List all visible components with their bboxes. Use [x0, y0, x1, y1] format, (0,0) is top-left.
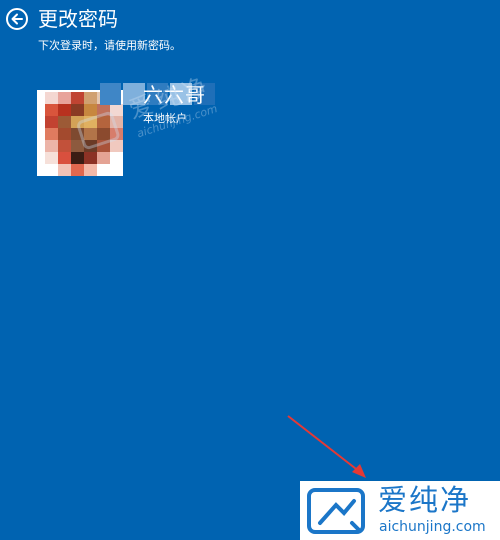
- logo-en-text: aichunjing.com: [379, 519, 486, 535]
- site-logo: 爱纯净 aichunjing.com: [300, 481, 500, 540]
- page-title: 更改密码: [38, 7, 118, 31]
- watermark-logo-icon: [75, 110, 121, 151]
- aichunjing-logo-icon: [307, 488, 365, 534]
- back-arrow-icon: [11, 13, 23, 25]
- back-button[interactable]: [6, 8, 28, 30]
- watermark: 爱纯净 aichunjing.com: [70, 46, 279, 190]
- logo-cn-text: 爱纯净: [378, 483, 472, 517]
- red-arrow-icon: [287, 415, 366, 478]
- page-subtitle: 下次登录时，请使用新密码。: [38, 39, 181, 52]
